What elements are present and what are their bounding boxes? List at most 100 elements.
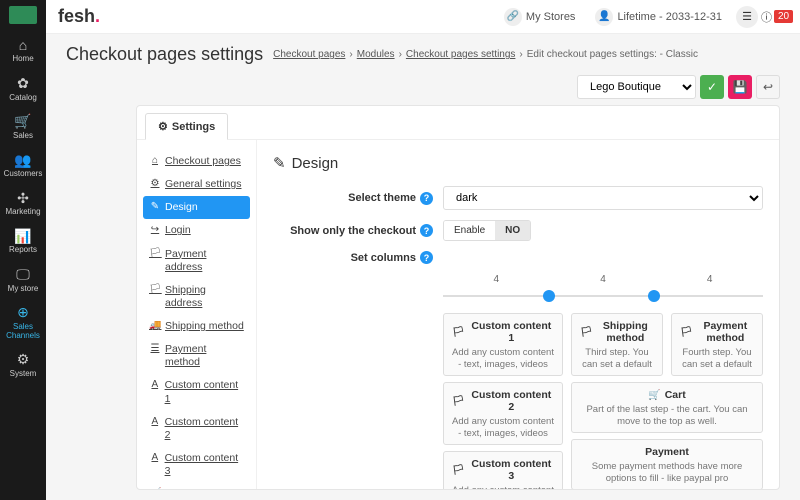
crumb-link[interactable]: Checkout pages settings [406,49,516,60]
menu-icon: 🏳 [149,284,161,310]
nav-icon: ⚙ [0,352,46,367]
flag-icon: 🏳 [452,396,465,407]
nav-icon: ✿ [0,76,46,91]
nav-reports[interactable]: 📊Reports [0,223,46,261]
page-title: Checkout pages settings [66,44,263,65]
section-title: ✎Design [273,154,763,172]
menu-icon: 🏳 [149,248,161,274]
nav-sales-channels[interactable]: ⊕Sales Channels [0,299,46,346]
flag-icon: 🏳 [452,327,465,338]
menu-icon: ↪ [149,224,161,237]
save-alt-button[interactable]: 💾 [728,75,752,99]
card-shipping-method[interactable]: 🏳Shipping methodThird step. You can set … [571,313,663,376]
sidemenu-shipping-address[interactable]: 🏳Shipping address [143,279,250,315]
menu-icon: ⚙ [149,178,161,191]
sidemenu-design[interactable]: ✎Design [143,196,250,219]
nav-system[interactable]: ⚙System [0,346,46,384]
menu-icon: A [149,416,161,442]
notif-badge: 20 [774,10,793,23]
help-icon[interactable]: ? [420,224,433,237]
col-val: 4 [656,274,763,289]
menu-icon: ✎ [149,201,161,214]
theme-label: Select theme? [273,192,443,205]
sidemenu-payment-address[interactable]: 🏳Payment address [143,243,250,279]
col-val: 4 [550,274,657,289]
sidemenu-payment-method[interactable]: ☰Payment method [143,338,250,374]
content-area: ✎Design Select theme? dark Show only the… [257,140,779,489]
menu-icon: A [149,452,161,478]
nav-icon: ✣ [0,191,46,206]
columns-slider[interactable] [443,289,763,303]
save-button[interactable]: ✓ [700,75,724,99]
sidemenu-login[interactable]: ↪Login [143,219,250,242]
gear-icon: ⚙ [158,120,168,133]
plan-chip[interactable]: 👤Lifetime - 2033-12-31 [589,8,728,26]
sidemenu-custom-content-2[interactable]: ACustom content 2 [143,411,250,447]
sidemenu-shipping-method[interactable]: 🚚Shipping method [143,315,250,338]
sidemenu-custom-content-1[interactable]: ACustom content 1 [143,374,250,410]
nav-icon: ⊕ [0,305,46,320]
crumb-tail: Edit checkout pages settings: - Classic [527,49,698,60]
settings-sidemenu: ⌂Checkout pages⚙General settings✎Design↪… [137,140,257,489]
slider-handle[interactable] [648,290,660,302]
flag-icon: 🏳 [452,465,465,476]
crumb-link[interactable]: Modules [357,49,395,60]
toggle-no[interactable]: NO [495,221,530,240]
brush-icon: ✎ [273,154,286,172]
menu-button[interactable]: ☰ [736,6,758,28]
toggle-enable[interactable]: Enable [444,221,495,240]
topbar: fesh. 🔗My Stores 👤Lifetime - 2033-12-31 … [46,0,800,34]
nav-customers[interactable]: 👥Customers [0,147,46,185]
breadcrumb: Checkout pages› Modules› Checkout pages … [273,49,698,60]
nav-icon: 👥 [0,153,46,168]
nav-marketing[interactable]: ✣Marketing [0,185,46,223]
my-stores-link[interactable]: 🔗My Stores [498,8,582,26]
card-custom2[interactable]: 🏳Custom content 2Add any custom content … [443,382,563,445]
nav-sales[interactable]: 🛒Sales [0,108,46,146]
left-sidebar: ⌂Home✿Catalog🛒Sales👥Customers✣Marketing📊… [0,0,46,500]
settings-panel: ⚙Settings ⌂Checkout pages⚙General settin… [136,105,780,490]
menu-icon: ☰ [149,343,161,369]
sidemenu-cart-confirm[interactable]: 🛒Cart & Confirm [143,483,250,489]
flag-icon: 🏳 [680,327,693,338]
cart-icon: 🛒 [648,390,660,401]
columns-label: Set columns? [273,251,443,264]
slider-handle[interactable] [543,290,555,302]
menu-icon: A [149,379,161,405]
link-icon: 🔗 [504,8,522,26]
theme-select[interactable]: dark [443,186,763,210]
page-header: Checkout pages settings Checkout pages› … [46,34,800,105]
tab-settings[interactable]: ⚙Settings [145,113,228,140]
card-custom3[interactable]: 🏳Custom content 3Add any custom content … [443,451,563,489]
nav-home[interactable]: ⌂Home [0,32,46,70]
card-payment-method[interactable]: 🏳Payment methodFourth step. You can set … [671,313,763,376]
col-val: 4 [443,274,550,289]
help-icon[interactable]: ? [420,251,433,264]
flag-icon: 🏳 [580,327,593,338]
back-button[interactable]: ↩ [756,75,780,99]
nav-icon: 📊 [0,229,46,244]
brand-mark [9,6,37,24]
help-icon[interactable]: ? [420,192,433,205]
card-cart[interactable]: 🛒CartPart of the last step - the cart. Y… [571,382,763,433]
crumb-link[interactable]: Checkout pages [273,49,345,60]
menu-icon: ⌂ [149,155,161,168]
card-payment[interactable]: PaymentSome payment methods have more op… [571,439,763,489]
logo: fesh. [58,6,100,27]
sidemenu-checkout-pages[interactable]: ⌂Checkout pages [143,150,250,173]
sidemenu-custom-content-3[interactable]: ACustom content 3 [143,447,250,483]
menu-icon: 🚚 [149,320,161,333]
sidemenu-general-settings[interactable]: ⚙General settings [143,173,250,196]
nav-icon: 🖵 [0,267,46,282]
menu-icon: 🛒 [149,488,161,489]
nav-my-store[interactable]: 🖵My store [0,261,46,299]
nav-icon: ⌂ [0,38,46,53]
only-checkout-label: Show only the checkout? [273,224,443,237]
user-icon: 👤 [595,8,613,26]
only-checkout-toggle[interactable]: Enable NO [443,220,531,241]
store-select[interactable]: Lego Boutique [577,75,696,99]
nav-catalog[interactable]: ✿Catalog [0,70,46,108]
nav-icon: 🛒 [0,114,46,129]
card-custom1[interactable]: 🏳Custom content 1Add any custom content … [443,313,563,376]
notifications-button[interactable]: ⓘ20 [766,6,788,28]
